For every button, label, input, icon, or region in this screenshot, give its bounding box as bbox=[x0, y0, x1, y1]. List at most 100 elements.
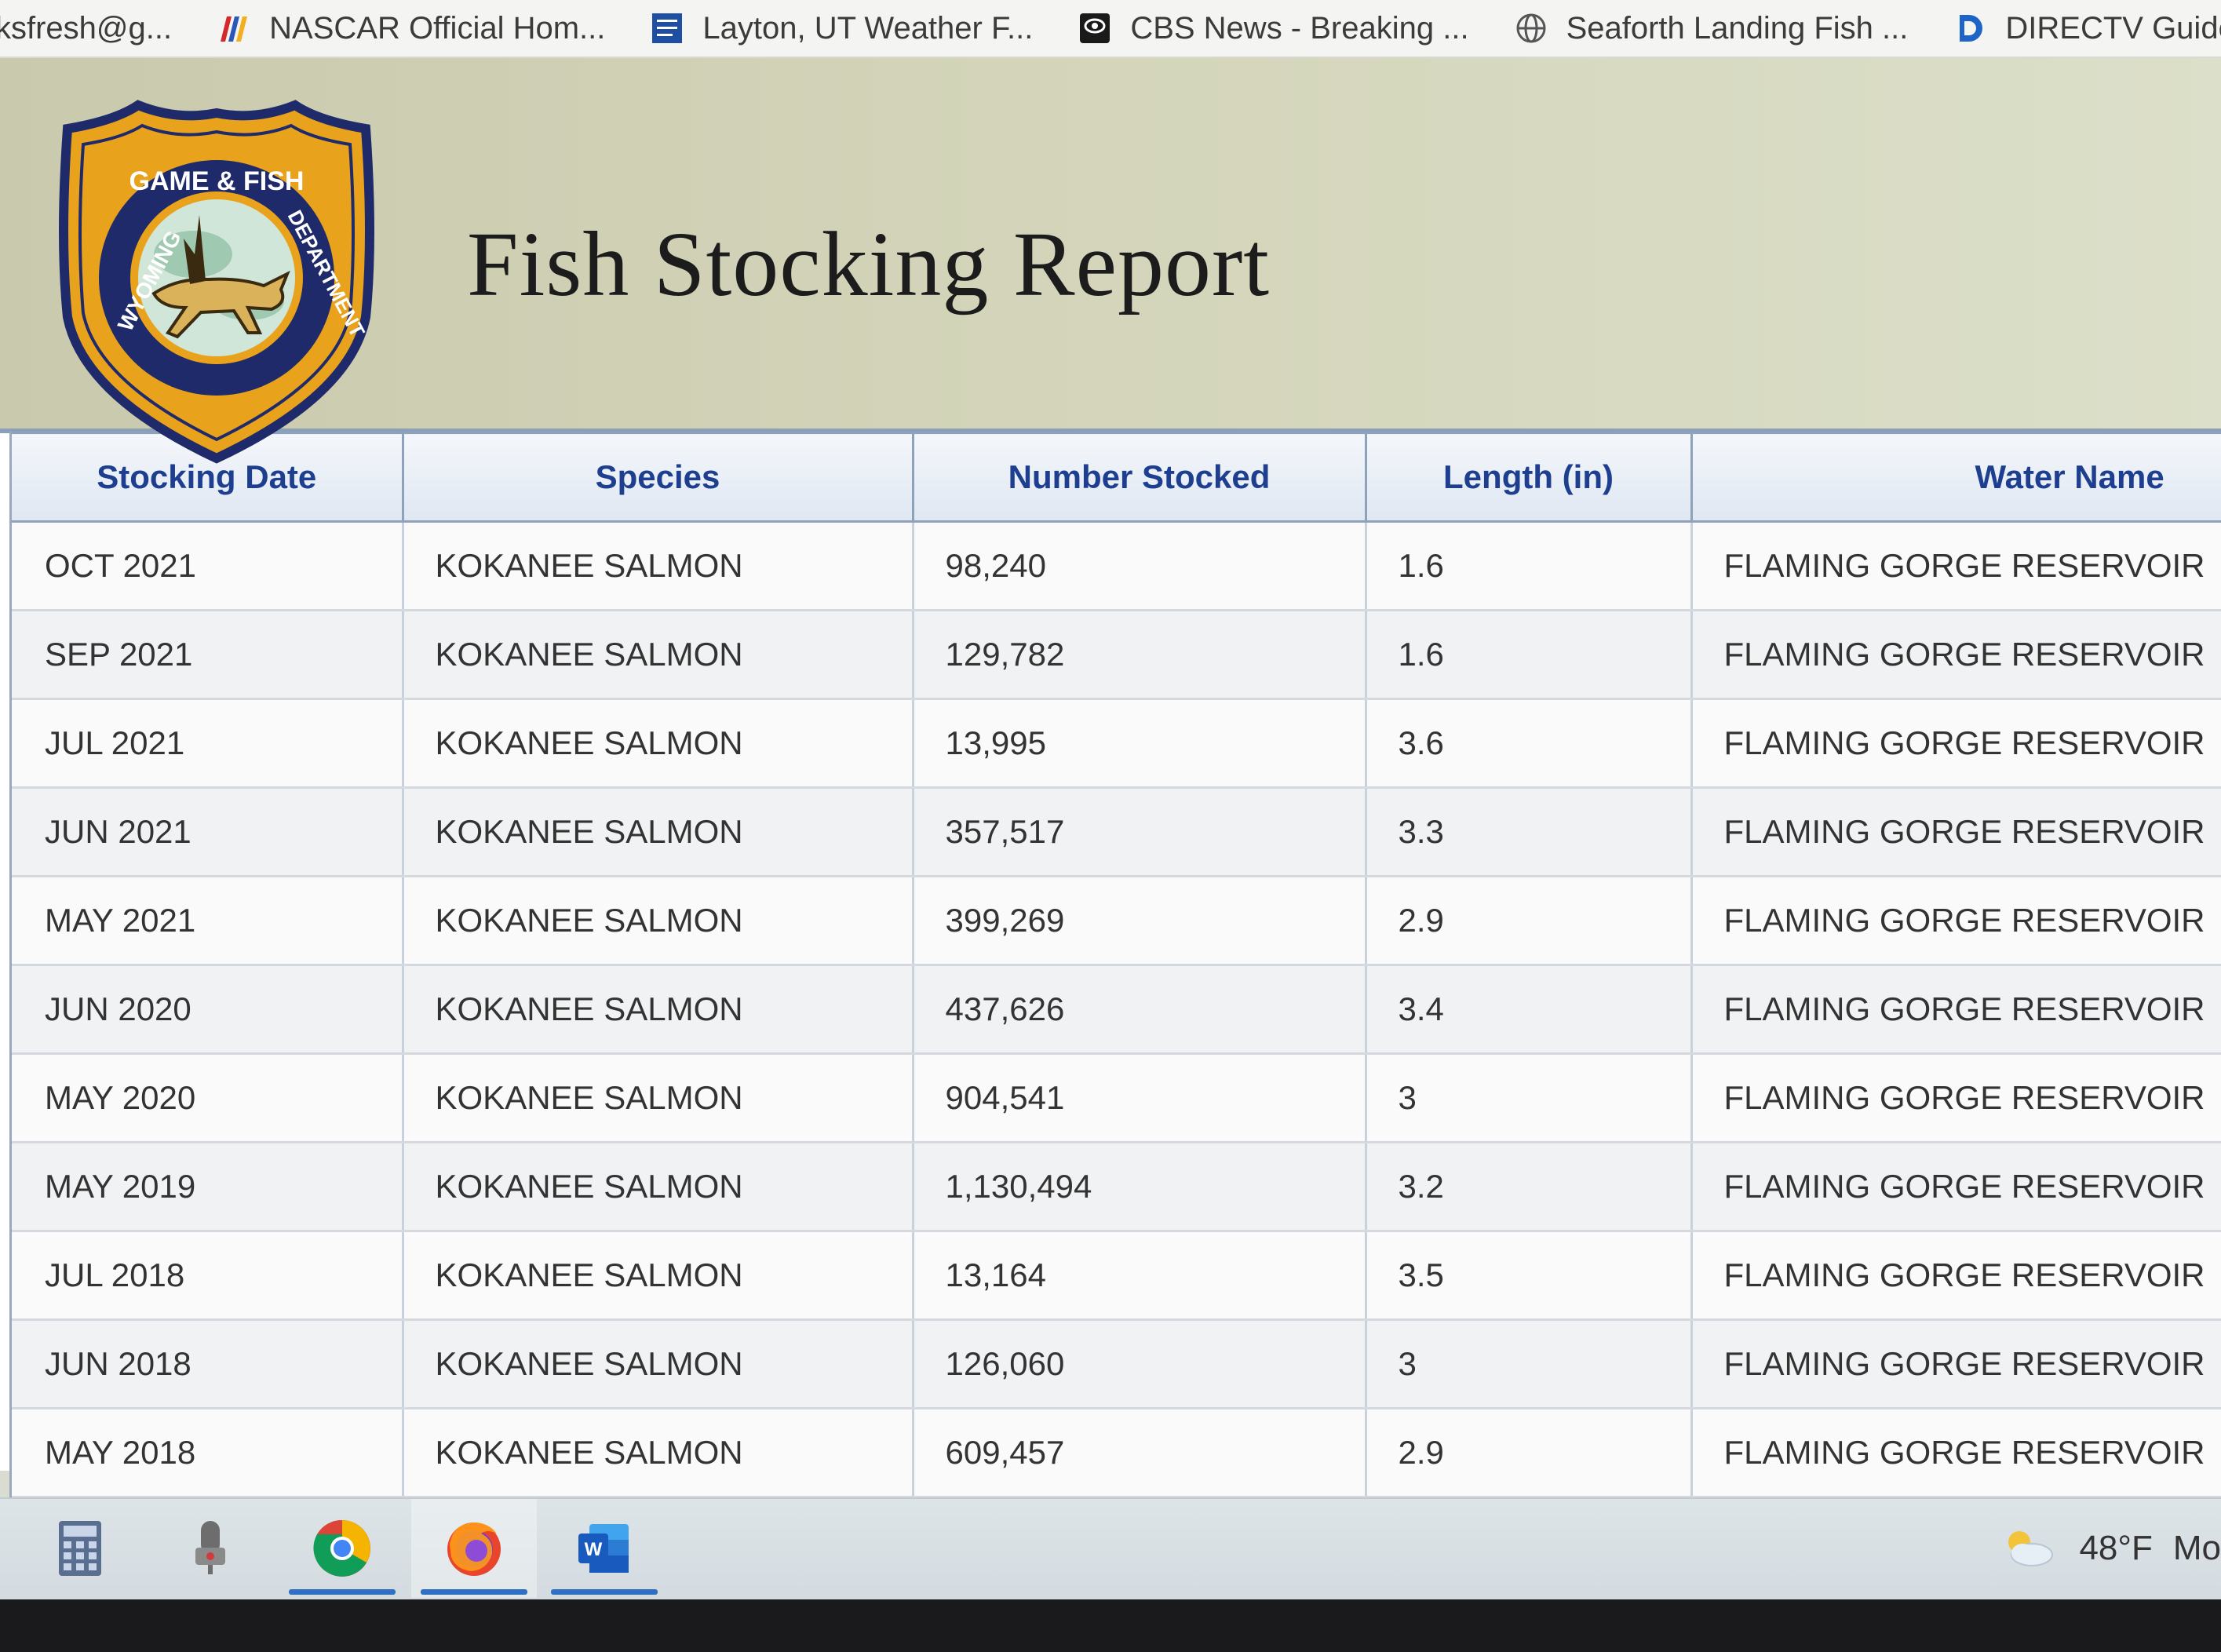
taskbar-weather-widget[interactable]: 48°F Mo bbox=[1996, 1499, 2221, 1598]
cell-water-name: FLAMING GORGE RESERVOIR bbox=[1691, 1053, 2221, 1143]
cell-number-stocked: 126,060 bbox=[913, 1319, 1367, 1409]
cell-species: KOKANEE SALMON bbox=[403, 1142, 914, 1232]
cell-species: KOKANEE SALMON bbox=[403, 1053, 914, 1143]
table-row: MAY 2019 KOKANEE SALMON 1,130,494 3.2 FL… bbox=[12, 1142, 2221, 1232]
cell-water-name: FLAMING GORGE RESERVOIR bbox=[1691, 1319, 2221, 1409]
bookmark-label: ksfresh@g... bbox=[0, 10, 173, 46]
bookmark-nascar[interactable]: NASCAR Official Hom... bbox=[216, 10, 605, 46]
table-row: JUN 2018 KOKANEE SALMON 126,060 3 FLAMIN… bbox=[12, 1319, 2221, 1409]
cell-number-stocked: 904,541 bbox=[913, 1053, 1367, 1143]
cell-species: KOKANEE SALMON bbox=[403, 876, 914, 966]
bookmark-weather[interactable]: Layton, UT Weather F... bbox=[649, 10, 1033, 46]
cell-number-stocked: 399,269 bbox=[913, 876, 1367, 966]
page-content: Fish Stocking Report GAME & FISH WYOMING… bbox=[0, 58, 2221, 1498]
cell-length: 2.9 bbox=[1366, 876, 1693, 966]
nascar-icon bbox=[216, 10, 252, 46]
taskbar-word-button[interactable]: W bbox=[542, 1499, 667, 1598]
table-row: MAY 2018 KOKANEE SALMON 609,457 2.9 FLAM… bbox=[12, 1408, 2221, 1498]
column-header-water-name[interactable]: Water Name bbox=[1691, 432, 2221, 523]
taskbar-voice-recorder-button[interactable] bbox=[148, 1499, 273, 1598]
cell-length: 3 bbox=[1366, 1053, 1693, 1143]
column-header-number-stocked[interactable]: Number Stocked bbox=[913, 432, 1367, 523]
cell-length: 3.6 bbox=[1366, 698, 1693, 789]
cell-water-name: FLAMING GORGE RESERVOIR bbox=[1691, 610, 2221, 700]
cell-length: 1.6 bbox=[1366, 521, 1693, 611]
bookmark-seaforth[interactable]: Seaforth Landing Fish ... bbox=[1513, 10, 1909, 46]
cell-species: KOKANEE SALMON bbox=[403, 965, 914, 1055]
cell-water-name: FLAMING GORGE RESERVOIR bbox=[1691, 521, 2221, 611]
weather-condition: Mo bbox=[2172, 1529, 2221, 1567]
partly-cloudy-icon bbox=[2008, 1531, 2054, 1566]
cell-water-name: FLAMING GORGE RESERVOIR bbox=[1691, 965, 2221, 1055]
stocking-table: Stocking Date Species Number Stocked Len… bbox=[12, 432, 2221, 1498]
bookmark-label: NASCAR Official Hom... bbox=[269, 10, 606, 46]
cell-number-stocked: 13,164 bbox=[913, 1231, 1367, 1321]
cell-number-stocked: 357,517 bbox=[913, 787, 1367, 877]
microphone-icon bbox=[195, 1521, 225, 1574]
bookmark-label: Seaforth Landing Fish ... bbox=[1566, 10, 1909, 46]
cell-number-stocked: 609,457 bbox=[913, 1408, 1367, 1498]
column-header-species[interactable]: Species bbox=[403, 432, 914, 523]
bookmark-directv[interactable]: DIRECTV Guide & bbox=[1952, 10, 2221, 46]
chrome-icon bbox=[313, 1519, 370, 1577]
bookmarks-bar: ksfresh@g... NASCAR Official Hom... Layt… bbox=[0, 0, 2221, 58]
taskbar-chrome-button[interactable] bbox=[279, 1499, 405, 1598]
cell-species: KOKANEE SALMON bbox=[403, 1319, 914, 1409]
cell-number-stocked: 98,240 bbox=[913, 521, 1367, 611]
table-row: JUN 2021 KOKANEE SALMON 357,517 3.3 FLAM… bbox=[12, 787, 2221, 877]
cell-stocking-date: SEP 2021 bbox=[12, 610, 404, 700]
cell-stocking-date: JUN 2021 bbox=[12, 787, 404, 877]
calculator-icon bbox=[59, 1521, 101, 1576]
cell-species: KOKANEE SALMON bbox=[403, 1408, 914, 1498]
cell-length: 3 bbox=[1366, 1319, 1693, 1409]
svg-text:W: W bbox=[585, 1539, 603, 1560]
cell-stocking-date: JUL 2018 bbox=[12, 1231, 404, 1321]
weather-channel-icon bbox=[649, 10, 685, 46]
bookmark-label: Layton, UT Weather F... bbox=[702, 10, 1034, 46]
cell-species: KOKANEE SALMON bbox=[403, 521, 914, 611]
table-row: OCT 2021 KOKANEE SALMON 98,240 1.6 FLAMI… bbox=[12, 521, 2221, 611]
cell-stocking-date: MAY 2018 bbox=[12, 1408, 404, 1498]
bookmark-label: CBS News - Breaking ... bbox=[1130, 10, 1469, 46]
globe-icon bbox=[1513, 10, 1549, 46]
taskbar-firefox-button[interactable] bbox=[411, 1499, 537, 1598]
weather-temperature: 48°F bbox=[2079, 1529, 2153, 1567]
cell-stocking-date: JUN 2020 bbox=[12, 965, 404, 1055]
stocking-table-container: Stocking Date Species Number Stocked Len… bbox=[9, 432, 2221, 1498]
cell-length: 1.6 bbox=[1366, 610, 1693, 700]
table-row: JUN 2020 KOKANEE SALMON 437,626 3.4 FLAM… bbox=[12, 965, 2221, 1055]
cell-length: 3.2 bbox=[1366, 1142, 1693, 1232]
bookmark-cbs[interactable]: CBS News - Breaking ... bbox=[1077, 10, 1469, 46]
cell-number-stocked: 1,130,494 bbox=[913, 1142, 1367, 1232]
cell-length: 2.9 bbox=[1366, 1408, 1693, 1498]
cell-stocking-date: JUL 2021 bbox=[12, 698, 404, 789]
table-row: MAY 2021 KOKANEE SALMON 399,269 2.9 FLAM… bbox=[12, 876, 2221, 966]
cell-stocking-date: JUN 2018 bbox=[12, 1319, 404, 1409]
cell-length: 3.3 bbox=[1366, 787, 1693, 877]
wyoming-game-fish-logo: GAME & FISH WYOMING DEPARTMENT bbox=[59, 100, 374, 464]
screen-bezel bbox=[0, 1599, 2221, 1652]
taskbar-calculator-button[interactable] bbox=[17, 1499, 143, 1598]
table-row: MAY 2020 KOKANEE SALMON 904,541 3 FLAMIN… bbox=[12, 1053, 2221, 1143]
cell-number-stocked: 13,995 bbox=[913, 698, 1367, 789]
cell-stocking-date: MAY 2020 bbox=[12, 1053, 404, 1143]
cell-length: 3.5 bbox=[1366, 1231, 1693, 1321]
firefox-icon bbox=[447, 1523, 501, 1576]
cell-length: 3.4 bbox=[1366, 965, 1693, 1055]
column-header-length[interactable]: Length (in) bbox=[1366, 432, 1693, 523]
cell-water-name: FLAMING GORGE RESERVOIR bbox=[1691, 1231, 2221, 1321]
cell-species: KOKANEE SALMON bbox=[403, 610, 914, 700]
cell-species: KOKANEE SALMON bbox=[403, 698, 914, 789]
cell-number-stocked: 129,782 bbox=[913, 610, 1367, 700]
cell-water-name: FLAMING GORGE RESERVOIR bbox=[1691, 787, 2221, 877]
cell-number-stocked: 437,626 bbox=[913, 965, 1367, 1055]
cell-stocking-date: OCT 2021 bbox=[12, 521, 404, 611]
page-title: Fish Stocking Report bbox=[467, 213, 1271, 315]
cell-species: KOKANEE SALMON bbox=[403, 1231, 914, 1321]
table-row: SEP 2021 KOKANEE SALMON 129,782 1.6 FLAM… bbox=[12, 610, 2221, 700]
bookmark-mail[interactable]: ksfresh@g... bbox=[0, 11, 172, 46]
cell-stocking-date: MAY 2019 bbox=[12, 1142, 404, 1232]
cell-water-name: FLAMING GORGE RESERVOIR bbox=[1691, 1408, 2221, 1498]
word-icon: W bbox=[578, 1524, 629, 1573]
cell-water-name: FLAMING GORGE RESERVOIR bbox=[1691, 876, 2221, 966]
